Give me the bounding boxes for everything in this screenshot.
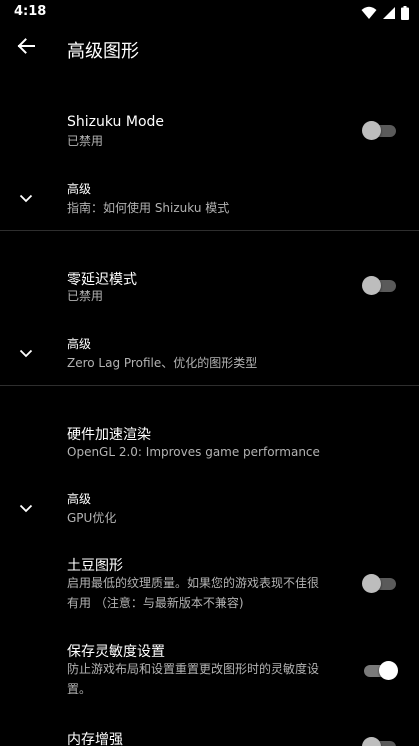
shizuku-mode-title: Shizuku Mode bbox=[67, 114, 165, 130]
save-sensitivity-summary-line1: 防止游戏布局和设置重置更改图形时的灵敏度设 bbox=[67, 662, 320, 676]
zero-lag-advanced-summary: Zero Lag Profile、优化的图形类型 bbox=[67, 356, 258, 370]
chevron-down-icon bbox=[18, 500, 34, 516]
potato-graphics-summary-line2: 有用 （注意：与最新版本不兼容) bbox=[67, 596, 244, 610]
chevron-down-icon bbox=[18, 345, 34, 361]
shizuku-mode-switch[interactable] bbox=[362, 120, 398, 140]
hardware-advanced-item[interactable]: 高级 GPU优化 bbox=[0, 484, 419, 532]
hardware-accel-item[interactable]: 硬件加速渲染 OpenGL 2.0: Improves game perform… bbox=[0, 419, 419, 465]
shizuku-mode-item[interactable]: Shizuku Mode 已禁用 bbox=[0, 108, 419, 158]
hardware-accel-title: 硬件加速渲染 bbox=[67, 427, 151, 443]
signal-icon bbox=[382, 5, 396, 24]
divider bbox=[0, 385, 419, 386]
hardware-advanced-title: 高级 bbox=[67, 492, 92, 506]
shizuku-advanced-summary: 指南：如何使用 Shizuku 模式 bbox=[67, 201, 230, 215]
memory-boost-title: 内存增强 bbox=[67, 732, 123, 746]
memory-boost-switch[interactable] bbox=[362, 736, 398, 746]
status-bar: 4:18 bbox=[0, 0, 419, 24]
save-sensitivity-switch[interactable] bbox=[362, 660, 398, 680]
arrow-left-icon bbox=[17, 37, 35, 59]
back-button[interactable] bbox=[12, 34, 40, 62]
save-sensitivity-item[interactable]: 保存灵敏度设置 防止游戏布局和设置重置更改图形时的灵敏度设 置。 bbox=[0, 636, 419, 702]
battery-icon bbox=[401, 5, 409, 24]
switch-thumb bbox=[362, 121, 381, 140]
shizuku-mode-summary: 已禁用 bbox=[67, 134, 104, 148]
zero-lag-advanced-title: 高级 bbox=[67, 337, 92, 351]
switch-thumb bbox=[362, 737, 381, 746]
save-sensitivity-title: 保存灵敏度设置 bbox=[67, 644, 165, 660]
page-title: 高级图形 bbox=[67, 41, 139, 62]
wifi-icon bbox=[361, 5, 377, 24]
switch-thumb bbox=[362, 276, 381, 295]
app-bar: 高级图形 bbox=[0, 24, 419, 74]
switch-thumb bbox=[379, 661, 398, 680]
status-icons bbox=[361, 5, 409, 24]
potato-graphics-item[interactable]: 土豆图形 启用最低的纹理质量。如果您的游戏表现不佳很 有用 （注意：与最新版本不… bbox=[0, 550, 419, 616]
zero-lag-item[interactable]: 零延迟模式 已禁用 bbox=[0, 263, 419, 313]
switch-thumb bbox=[362, 574, 381, 593]
zero-lag-summary: 已禁用 bbox=[67, 289, 104, 303]
save-sensitivity-summary-line2: 置。 bbox=[67, 682, 92, 696]
zero-lag-switch[interactable] bbox=[362, 275, 398, 295]
zero-lag-advanced-item[interactable]: 高级 Zero Lag Profile、优化的图形类型 bbox=[0, 329, 419, 377]
shizuku-advanced-title: 高级 bbox=[67, 182, 92, 196]
hardware-accel-summary: OpenGL 2.0: Improves game performance bbox=[67, 445, 320, 459]
zero-lag-title: 零延迟模式 bbox=[67, 272, 137, 288]
divider bbox=[0, 230, 419, 231]
potato-graphics-summary-line1: 启用最低的纹理质量。如果您的游戏表现不佳很 bbox=[67, 576, 320, 590]
hardware-advanced-summary: GPU优化 bbox=[67, 511, 117, 525]
status-time: 4:18 bbox=[14, 4, 47, 19]
potato-graphics-title: 土豆图形 bbox=[67, 558, 123, 574]
potato-graphics-switch[interactable] bbox=[362, 573, 398, 593]
chevron-down-icon bbox=[18, 190, 34, 206]
shizuku-advanced-item[interactable]: 高级 指南：如何使用 Shizuku 模式 bbox=[0, 174, 419, 222]
memory-boost-item[interactable]: 内存增强 bbox=[0, 724, 419, 746]
